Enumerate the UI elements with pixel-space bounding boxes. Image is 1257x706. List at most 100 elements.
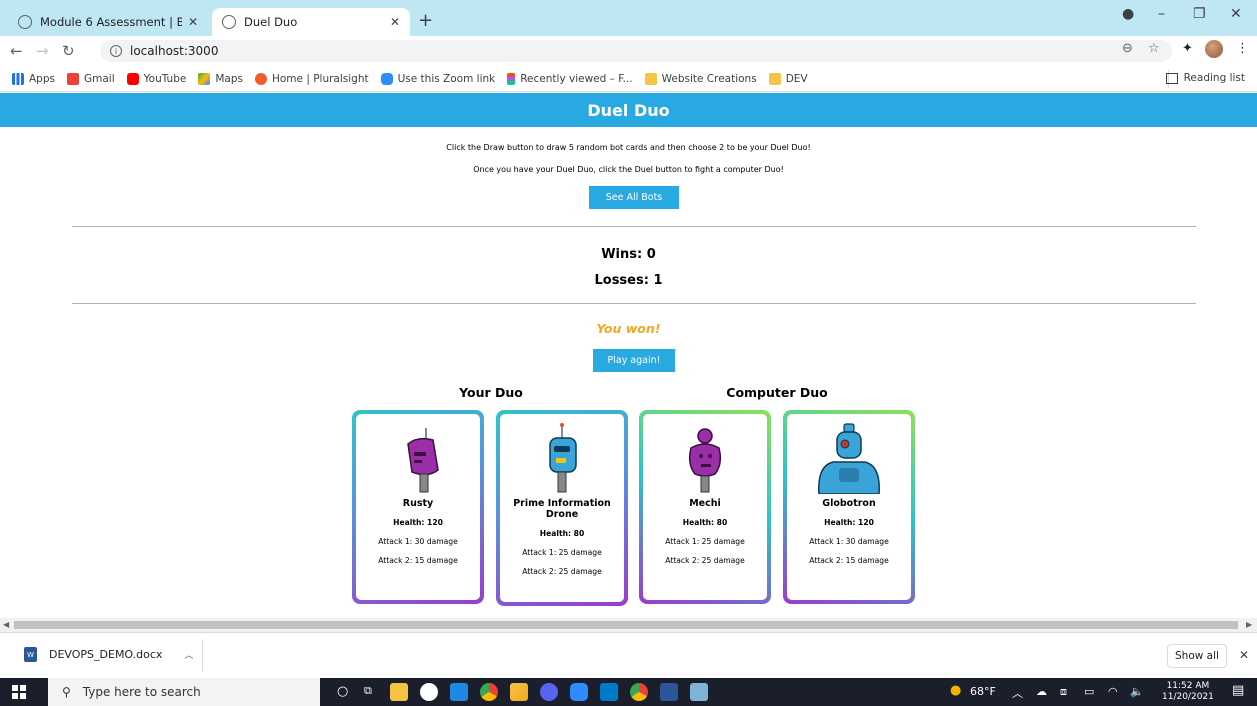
tab-title: Module 6 Assessment | Bright Pa <box>40 15 182 29</box>
bot-attack-1: Attack 1: 25 damage <box>522 548 602 557</box>
back-icon[interactable]: ← <box>10 42 23 60</box>
instruction-2: Once you have your Duel Duo, click the D… <box>473 165 784 174</box>
window-close-icon[interactable]: ✕ <box>1230 6 1242 22</box>
chrome-icon[interactable] <box>630 683 648 701</box>
zoom-app-icon[interactable] <box>570 683 588 701</box>
scroll-right-icon[interactable]: ▶ <box>1246 620 1252 629</box>
extensions-icon[interactable]: ✦ <box>1182 41 1193 56</box>
download-item[interactable]: W DEVOPS_DEMO.docx ︿ <box>24 647 193 662</box>
minimize-icon[interactable]: – <box>1158 6 1165 22</box>
word-app-icon[interactable] <box>660 683 678 701</box>
play-again-button[interactable]: Play again! <box>593 349 675 372</box>
bot-attack-1: Attack 1: 30 damage <box>378 537 458 546</box>
losses-count: Losses: 1 <box>594 273 663 288</box>
chrome-icon[interactable] <box>480 683 498 701</box>
youtube-icon <box>126 72 139 85</box>
bot-card-rusty[interactable]: Rusty Health: 120 Attack 1: 30 damage At… <box>352 410 484 604</box>
wifi-icon[interactable]: ◠ <box>1108 685 1118 698</box>
notifications-icon[interactable]: ▤ <box>1232 683 1244 698</box>
reload-icon[interactable]: ↻ <box>62 42 75 60</box>
globe-icon <box>18 15 32 29</box>
cloud-icon[interactable]: ☁ <box>1036 685 1047 698</box>
instruction-1: Click the Draw button to draw 5 random b… <box>446 143 811 152</box>
scroll-left-icon[interactable]: ◀ <box>3 620 9 629</box>
discord-icon[interactable] <box>540 683 558 701</box>
tab-duel-duo[interactable]: Duel Duo ✕ <box>212 8 410 36</box>
tab-module-6[interactable]: Module 6 Assessment | Bright Pa ✕ <box>8 8 208 36</box>
bot-card-prime-information-drone[interactable]: Prime Information Drone Health: 80 Attac… <box>496 410 628 606</box>
word-doc-icon: W <box>24 647 37 662</box>
bot-health: Health: 120 <box>824 518 874 527</box>
bookmark-zoom[interactable]: Use this Zoom link <box>380 72 495 85</box>
show-all-button[interactable]: Show all <box>1167 644 1227 668</box>
cortana-icon[interactable]: ○ <box>337 684 348 699</box>
sticky-notes-icon[interactable] <box>510 683 528 701</box>
bookmark-apps[interactable]: Apps <box>12 72 55 85</box>
scrollbar-thumb[interactable] <box>14 621 1238 629</box>
maximize-icon[interactable]: ❐ <box>1193 6 1206 22</box>
bot-attack-2: Attack 2: 15 damage <box>809 556 889 565</box>
info-icon[interactable]: i <box>110 45 122 57</box>
divider <box>72 226 1196 227</box>
bookmark-pluralsight[interactable]: Home | Pluralsight <box>254 72 369 85</box>
github-icon[interactable] <box>420 683 438 701</box>
taskbar-clock[interactable]: 11:52 AM 11/20/2021 <box>1162 681 1214 703</box>
chevron-up-icon[interactable]: ︿ <box>184 648 193 661</box>
bookmark-figma[interactable]: Recently viewed – F... <box>507 72 633 85</box>
folder-icon <box>644 72 657 85</box>
profile-dot-icon[interactable]: ● <box>1122 6 1134 22</box>
computer-duo-title: Computer Duo <box>726 385 828 400</box>
bookmarks-bar: Apps Gmail YouTube Maps Home | Pluralsig… <box>0 66 1257 92</box>
vscode-icon[interactable] <box>600 683 618 701</box>
bookmark-gmail[interactable]: Gmail <box>66 72 115 85</box>
bot-card-globotron[interactable]: Globotron Health: 120 Attack 1: 30 damag… <box>783 410 915 604</box>
calendar-icon[interactable] <box>450 683 468 701</box>
browser-toolbar: ← → ↻ i localhost:3000 ⊖ ☆ ✦ ⋮ <box>0 36 1257 66</box>
forward-icon[interactable]: → <box>36 42 49 60</box>
zoom-icon[interactable]: ⊖ <box>1122 41 1133 56</box>
task-view-icon[interactable]: ⧉ <box>364 684 372 698</box>
globe-icon <box>222 15 236 29</box>
bookmark-dev[interactable]: DEV <box>768 72 808 85</box>
download-divider <box>202 639 203 671</box>
bookmark-youtube[interactable]: YouTube <box>126 72 186 85</box>
network-icon[interactable]: ⧈ <box>1060 685 1067 699</box>
maps-icon <box>198 72 211 85</box>
apps-grid-icon <box>12 72 24 85</box>
windows-start-icon[interactable] <box>12 685 26 699</box>
menu-icon[interactable]: ⋮ <box>1236 41 1249 56</box>
volume-icon[interactable]: 🔈 <box>1130 685 1144 698</box>
bookmark-maps[interactable]: Maps <box>198 72 243 85</box>
bookmark-star-icon[interactable]: ☆ <box>1148 41 1160 56</box>
windows-taskbar: ⚲ Type here to search ○ ⧉ ● 68°F ︿ ☁ ⧈ ▭… <box>0 678 1257 706</box>
horizontal-scrollbar[interactable]: ◀ ▶ <box>0 618 1257 632</box>
close-icon[interactable]: ✕ <box>1239 648 1249 662</box>
pluralsight-icon <box>254 72 267 85</box>
chevron-up-icon[interactable]: ︿ <box>1012 685 1023 701</box>
close-icon[interactable]: ✕ <box>188 15 198 29</box>
see-all-bots-button[interactable]: See All Bots <box>589 186 679 209</box>
search-icon: ⚲ <box>62 685 71 699</box>
reading-list-button[interactable]: Reading list <box>1165 72 1245 84</box>
zoom-icon <box>380 72 393 85</box>
result-message: You won! <box>596 321 661 336</box>
figma-icon <box>507 72 516 85</box>
gmail-icon <box>66 72 79 85</box>
file-explorer-icon[interactable] <box>390 683 408 701</box>
new-tab-button[interactable]: + <box>418 10 433 31</box>
bookmark-website-creations[interactable]: Website Creations <box>644 72 757 85</box>
avatar[interactable] <box>1205 40 1223 58</box>
weather-sun-icon[interactable]: ● <box>950 683 961 698</box>
weather-temp[interactable]: 68°F <box>970 685 996 698</box>
close-icon[interactable]: ✕ <box>390 15 400 29</box>
address-bar[interactable]: i localhost:3000 <box>100 40 1172 62</box>
mechi-bot-image <box>688 428 722 493</box>
divider <box>72 303 1196 304</box>
bot-card-mechi[interactable]: Mechi Health: 80 Attack 1: 25 damage Att… <box>639 410 771 604</box>
folder-icon <box>768 72 781 85</box>
taskbar-search[interactable]: ⚲ Type here to search <box>48 678 320 706</box>
battery-icon[interactable]: ▭ <box>1084 685 1094 698</box>
download-bar: W DEVOPS_DEMO.docx ︿ Show all ✕ <box>0 632 1257 678</box>
bot-attack-2: Attack 2: 25 damage <box>665 556 745 565</box>
app-icon[interactable] <box>690 683 708 701</box>
